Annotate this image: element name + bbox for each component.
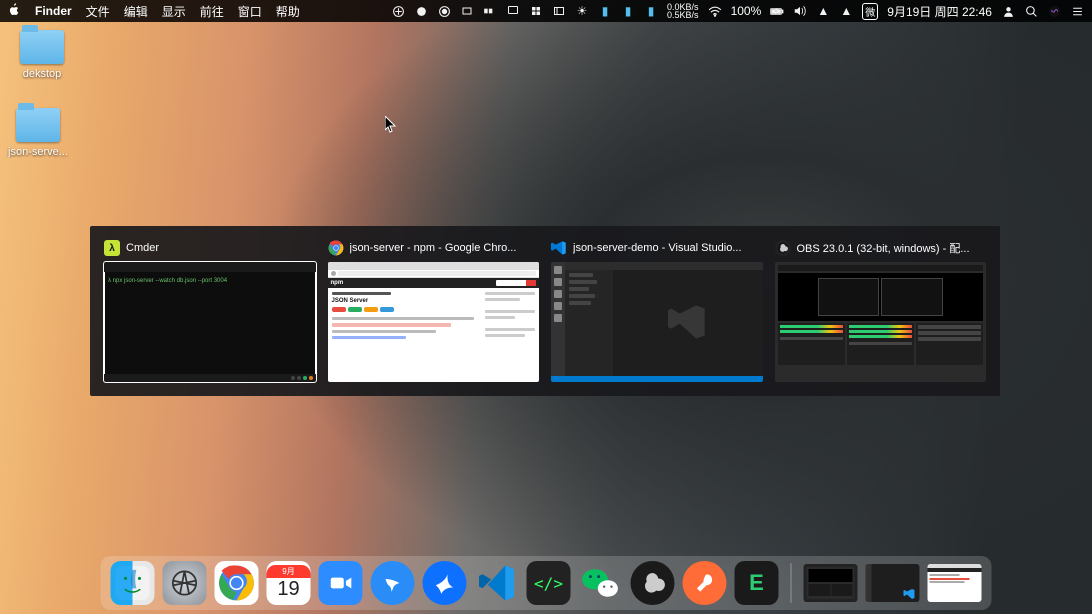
- dock-app-vscode[interactable]: [475, 561, 519, 605]
- dock-app-finder[interactable]: [111, 561, 155, 605]
- dock-app-zoom[interactable]: [319, 561, 363, 605]
- status-icon[interactable]: [529, 4, 543, 18]
- switcher-item-vscode[interactable]: json-server-demo - Visual Studio...: [551, 240, 763, 382]
- datetime[interactable]: 9月19日 周四 22:46: [887, 3, 992, 20]
- network-speed[interactable]: 0.0KB/s 0.5KB/s: [667, 3, 699, 19]
- app-switcher-panel: λ Cmder λ npx json-server --watch db.jso…: [90, 226, 1000, 396]
- wechat-indicator[interactable]: 微: [862, 3, 878, 20]
- switcher-thumbnail: npm JSON Server: [328, 262, 540, 382]
- dock-separator: [791, 563, 792, 603]
- menu-edit[interactable]: 编辑: [124, 3, 148, 20]
- chrome-icon: [328, 240, 344, 256]
- notification-center-icon[interactable]: [1070, 4, 1084, 18]
- switcher-thumbnail: [775, 262, 987, 382]
- status-icon[interactable]: ▮: [621, 4, 635, 18]
- desktop-folder[interactable]: dekstop: [10, 30, 74, 80]
- active-app-name[interactable]: Finder: [35, 4, 72, 18]
- menu-help[interactable]: 帮助: [276, 3, 300, 20]
- dock-app-calendar[interactable]: 9月 19: [267, 561, 311, 605]
- cmder-icon: λ: [104, 240, 120, 256]
- eject-icon[interactable]: ▲: [816, 4, 830, 18]
- status-icon[interactable]: [552, 4, 566, 18]
- volume-icon[interactable]: [793, 4, 807, 18]
- battery-percent[interactable]: 100%: [731, 4, 762, 18]
- status-icon[interactable]: ▮: [598, 4, 612, 18]
- menu-file[interactable]: 文件: [86, 3, 110, 20]
- status-icon[interactable]: [506, 4, 520, 18]
- dock-app-dingtalk[interactable]: [371, 561, 415, 605]
- dock-app-terminal[interactable]: </>: [527, 561, 571, 605]
- switcher-thumbnail: [551, 262, 763, 382]
- desktop-folder-label: json-serve...: [6, 146, 70, 158]
- switcher-item-obs[interactable]: OBS 23.0.1 (32-bit, windows) - 配...: [775, 240, 987, 382]
- dock-minimized-chrome[interactable]: [928, 564, 982, 602]
- menu-view[interactable]: 显示: [162, 3, 186, 20]
- menubar: Finder 文件 编辑 显示 前往 窗口 帮助 ☀ ▮ ▮ ▮ 0.0KB/s…: [0, 0, 1092, 22]
- search-icon[interactable]: [1024, 4, 1038, 18]
- switcher-item-title: json-server-demo - Visual Studio...: [573, 242, 742, 254]
- switcher-item-title: Cmder: [126, 242, 159, 254]
- dock: 9月 19 </> E: [101, 556, 992, 610]
- dock-app-evernote[interactable]: E: [735, 561, 779, 605]
- switcher-item-cmder[interactable]: λ Cmder λ npx json-server --watch db.jso…: [104, 240, 316, 382]
- dock-app-postman[interactable]: [683, 561, 727, 605]
- user-icon[interactable]: [1001, 4, 1015, 18]
- obs-icon: [775, 240, 791, 256]
- switcher-thumbnail: λ npx json-server --watch db.json --port…: [104, 262, 316, 382]
- desktop-folder[interactable]: json-serve...: [6, 108, 70, 158]
- dock-minimized-vscode[interactable]: [866, 564, 920, 602]
- dock-app-launchpad[interactable]: [163, 561, 207, 605]
- wifi-icon[interactable]: [708, 4, 722, 18]
- dock-app-feishu[interactable]: [423, 561, 467, 605]
- siri-icon[interactable]: [1047, 4, 1061, 18]
- menu-go[interactable]: 前往: [200, 3, 224, 20]
- switcher-item-chrome[interactable]: json-server - npm - Google Chro... npm J…: [328, 240, 540, 382]
- dock-app-chrome[interactable]: [215, 561, 259, 605]
- status-icon[interactable]: ▮: [644, 4, 658, 18]
- menu-window[interactable]: 窗口: [238, 3, 262, 20]
- dock-minimized-obs[interactable]: [804, 564, 858, 602]
- status-icon-obs[interactable]: [437, 4, 451, 18]
- battery-icon[interactable]: [770, 4, 784, 18]
- status-icon[interactable]: ▲: [839, 4, 853, 18]
- desktop-folder-label: dekstop: [10, 68, 74, 80]
- brightness-icon[interactable]: ☀: [575, 4, 589, 18]
- switcher-item-title: OBS 23.0.1 (32-bit, windows) - 配...: [797, 240, 970, 256]
- status-icon[interactable]: [391, 4, 405, 18]
- apple-menu-icon[interactable]: [8, 3, 21, 19]
- dock-app-obs[interactable]: [631, 561, 675, 605]
- switcher-item-title: json-server - npm - Google Chro...: [350, 242, 517, 254]
- status-icon[interactable]: [414, 4, 428, 18]
- vscode-icon: [551, 240, 567, 256]
- status-icon[interactable]: [483, 4, 497, 18]
- dock-app-wechat[interactable]: [579, 561, 623, 605]
- mouse-cursor: [385, 116, 397, 134]
- status-icon[interactable]: [460, 4, 474, 18]
